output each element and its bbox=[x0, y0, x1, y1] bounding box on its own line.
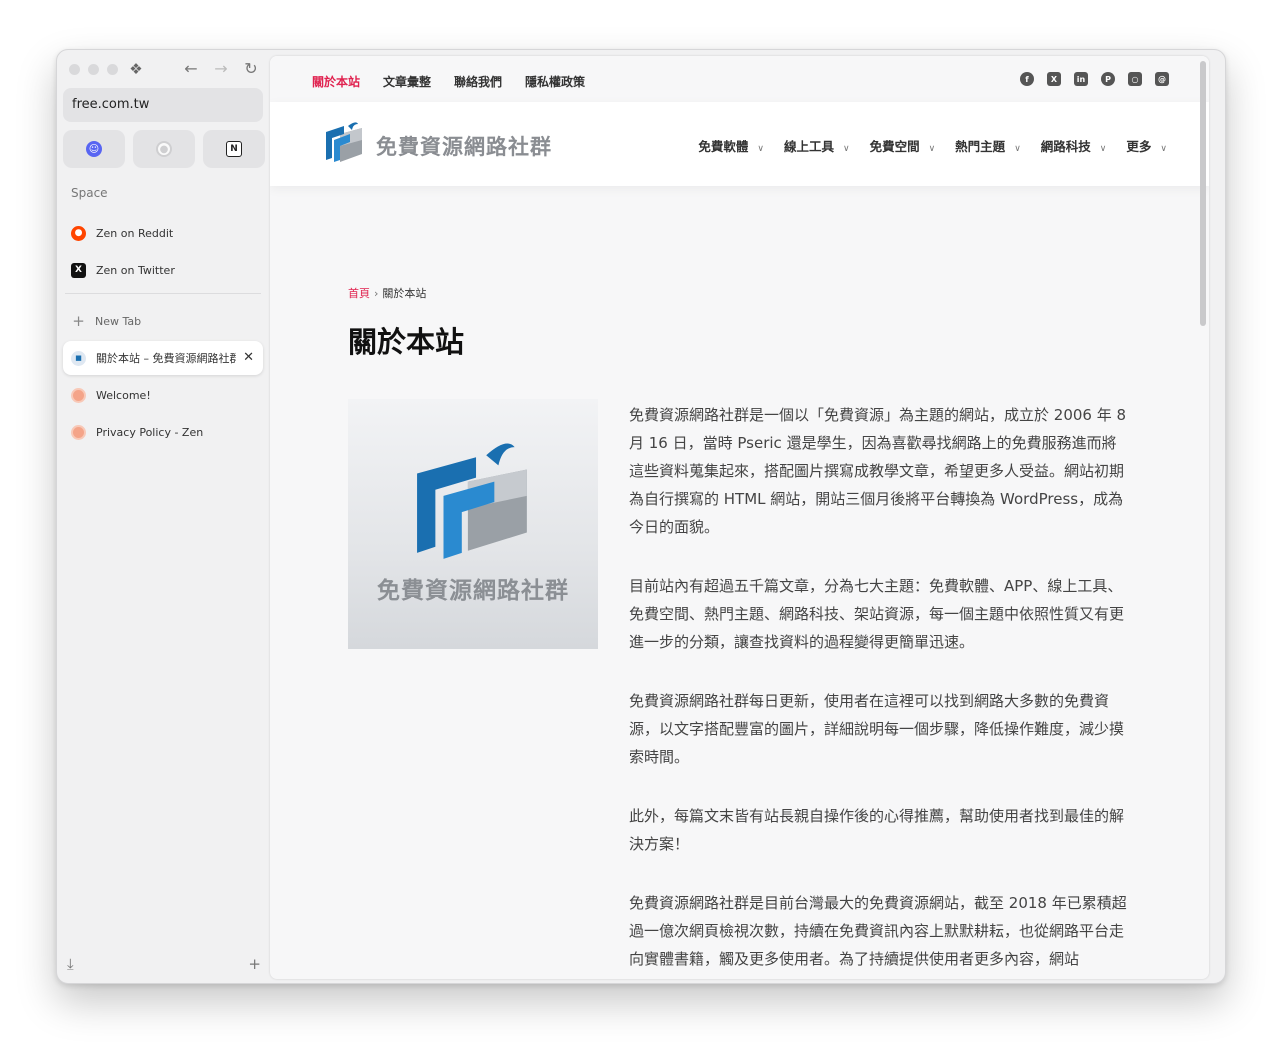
page-scrollbar[interactable] bbox=[1200, 61, 1206, 326]
top-nav-privacy[interactable]: 隱私權政策 bbox=[525, 73, 585, 90]
tab-label: Zen on Reddit bbox=[96, 226, 174, 240]
chevron-down-icon: ∨ bbox=[1099, 144, 1107, 154]
article-body: 免費資源網路社群是一個以「免費資源」為主題的網站，成立於 2006 年 8 月 … bbox=[629, 401, 1129, 979]
nav-free-space[interactable]: 免費空間 ∨ bbox=[870, 136, 936, 155]
pinterest-icon[interactable]: P bbox=[1101, 72, 1115, 86]
breadcrumb-current: 關於本站 bbox=[382, 287, 427, 300]
window-controls bbox=[69, 64, 118, 75]
nav-hot-topics[interactable]: 熱門主題 ∨ bbox=[955, 136, 1021, 155]
instagram-icon[interactable]: ○ bbox=[1128, 72, 1142, 86]
top-nav-contact[interactable]: 聯絡我們 bbox=[454, 73, 502, 90]
article-paragraph: 免費資源網路社群每日更新，使用者在這裡可以找到網路大多數的免費資源，以文字搭配豐… bbox=[629, 692, 1125, 766]
page-title: 關於本站 bbox=[348, 325, 465, 359]
article-paragraph: 免費資源網路社群是一個以「免費資源」為主題的網站，成立於 2006 年 8 月 … bbox=[629, 406, 1127, 536]
new-tab-label: New Tab bbox=[95, 314, 142, 328]
extensions-icon[interactable]: ❖ bbox=[127, 60, 145, 78]
close-tab-icon[interactable]: ✕ bbox=[243, 350, 254, 365]
discord-icon: ☺ bbox=[86, 141, 102, 157]
x-icon: X bbox=[71, 262, 86, 278]
nav-online-tools[interactable]: 線上工具 ∨ bbox=[784, 136, 850, 155]
downloads-icon[interactable]: ⤓ bbox=[67, 955, 74, 973]
breadcrumb-home-link[interactable]: 首頁 bbox=[348, 287, 370, 300]
sidebar: ❖ ← → ↻ free.com.tw ☺ ● N Space ● Zen on… bbox=[57, 50, 269, 983]
nav-free-software[interactable]: 免費軟體 ∨ bbox=[698, 136, 764, 155]
tab-label: Privacy Policy - Zen bbox=[96, 425, 204, 439]
chevron-down-icon: ∨ bbox=[1014, 144, 1021, 154]
nav-more[interactable]: 更多 ∨ bbox=[1126, 136, 1167, 155]
brand-logo-icon bbox=[417, 443, 527, 559]
reload-icon[interactable]: ↻ bbox=[243, 59, 259, 79]
article-paragraph: 此外，每篇文末皆有站長親自操作後的心得推薦，幫助使用者找到最佳的解決方案！ bbox=[629, 807, 1125, 853]
tab-zen-on-twitter[interactable]: X Zen on Twitter bbox=[63, 253, 263, 287]
social-links: f X in P ○ @ bbox=[1020, 72, 1169, 86]
new-tab-button[interactable]: + New Tab bbox=[63, 304, 263, 338]
top-nav-archive[interactable]: 文章彙整 bbox=[383, 73, 431, 90]
top-nav-about[interactable]: 關於本站 bbox=[312, 73, 360, 90]
web-content: 關於本站 文章彙整 聯絡我們 隱私權政策 f X in P ○ @ 免費資源網路… bbox=[270, 56, 1209, 979]
x-icon[interactable]: X bbox=[1047, 72, 1061, 86]
linkedin-icon[interactable]: in bbox=[1074, 72, 1088, 86]
zen-icon bbox=[71, 424, 86, 440]
nav-tech[interactable]: 網路科技 ∨ bbox=[1041, 136, 1107, 155]
minimize-window-button[interactable] bbox=[88, 64, 99, 75]
github-icon: ● bbox=[156, 141, 172, 157]
browser-window: ❖ ← → ↻ free.com.tw ☺ ● N Space ● Zen on… bbox=[56, 49, 1226, 984]
tab-list: ● Zen on Reddit X Zen on Twitter + New T… bbox=[63, 216, 263, 452]
tab-welcome[interactable]: Welcome! bbox=[63, 378, 263, 412]
breadcrumb: 首頁 › 關於本站 bbox=[348, 285, 426, 301]
tab-privacy-policy-zen[interactable]: Privacy Policy - Zen bbox=[63, 415, 263, 449]
main-nav: 免費軟體 ∨ 線上工具 ∨ 免費空間 ∨ 熱門主題 ∨ 網路科技 ∨ 更多 ∨ bbox=[698, 136, 1167, 155]
site-top-bar: 關於本站 文章彙整 聯絡我們 隱私權政策 f X in P ○ @ bbox=[270, 56, 1209, 102]
page-container: 首頁 › 關於本站 關於本站 免費資源網路社群 免費資源網路社群是一個以「免費資源」… bbox=[310, 261, 1168, 979]
tab-about-free-com-tw[interactable]: ■ 關於本站 – 免費資源網路社群 ✕ bbox=[63, 341, 263, 375]
facebook-icon[interactable]: f bbox=[1020, 72, 1034, 86]
tab-divider bbox=[65, 293, 261, 294]
back-arrow-icon[interactable]: ← bbox=[183, 59, 199, 79]
sidebar-footer: ⤓ + bbox=[67, 955, 261, 973]
nav-label: 熱門主題 bbox=[955, 139, 1006, 154]
nav-label: 更多 bbox=[1126, 139, 1152, 154]
navigation-buttons: ← → ↻ bbox=[183, 59, 259, 79]
maximize-window-button[interactable] bbox=[107, 64, 118, 75]
pinned-tab-github[interactable]: ● bbox=[133, 130, 195, 168]
space-label: Space bbox=[71, 186, 108, 200]
close-window-button[interactable] bbox=[69, 64, 80, 75]
breadcrumb-separator: › bbox=[374, 287, 379, 300]
featured-image-caption: 免費資源網路社群 bbox=[377, 578, 569, 604]
plus-icon: + bbox=[72, 312, 85, 330]
top-nav: 關於本站 文章彙整 聯絡我們 隱私權政策 bbox=[312, 73, 585, 90]
pinned-tab-notion[interactable]: N bbox=[203, 130, 265, 168]
chevron-down-icon: ∨ bbox=[757, 144, 764, 154]
notion-icon: N bbox=[226, 141, 242, 157]
forward-arrow-icon[interactable]: → bbox=[213, 59, 229, 79]
url-bar[interactable]: free.com.tw bbox=[63, 88, 263, 122]
nav-label: 免費軟體 bbox=[698, 139, 749, 154]
site-name[interactable]: 免費資源網路社群 bbox=[376, 131, 552, 161]
article-paragraph: 免費資源網路社群是目前台灣最大的免費資源網站，截至 2018 年已累積超過一億次… bbox=[629, 894, 1127, 968]
tab-label: 關於本站 – 免費資源網路社群 bbox=[96, 352, 236, 365]
article-paragraph: 目前站內有超過五千篇文章，分為七大主題：免費軟體、APP、線上工具、免費空間、熱… bbox=[629, 577, 1125, 651]
pinned-tabs: ☺ ● N bbox=[63, 130, 265, 168]
site-header: 免費資源網路社群 免費軟體 ∨ 線上工具 ∨ 免費空間 ∨ 熱門主題 ∨ 網路科技 ∨ 更… bbox=[270, 102, 1209, 186]
pinned-tab-discord[interactable]: ☺ bbox=[63, 130, 125, 168]
featured-image: 免費資源網路社群 bbox=[348, 399, 598, 649]
site-logo-icon[interactable] bbox=[320, 120, 366, 166]
chevron-down-icon: ∨ bbox=[842, 144, 850, 154]
zen-icon bbox=[71, 387, 86, 403]
nav-label: 線上工具 bbox=[783, 139, 834, 154]
add-icon[interactable]: + bbox=[248, 955, 261, 973]
tab-zen-on-reddit[interactable]: ● Zen on Reddit bbox=[63, 216, 263, 250]
tab-label: Welcome! bbox=[96, 388, 151, 402]
chevron-down-icon: ∨ bbox=[1160, 144, 1167, 154]
nav-label: 網路科技 bbox=[1040, 139, 1091, 154]
threads-icon[interactable]: @ bbox=[1155, 72, 1169, 86]
chevron-down-icon: ∨ bbox=[928, 144, 936, 154]
reddit-icon: ● bbox=[71, 225, 86, 241]
tab-label: Zen on Twitter bbox=[96, 263, 175, 277]
nav-label: 免費空間 bbox=[869, 139, 920, 154]
free-com-tw-icon: ■ bbox=[71, 350, 86, 366]
